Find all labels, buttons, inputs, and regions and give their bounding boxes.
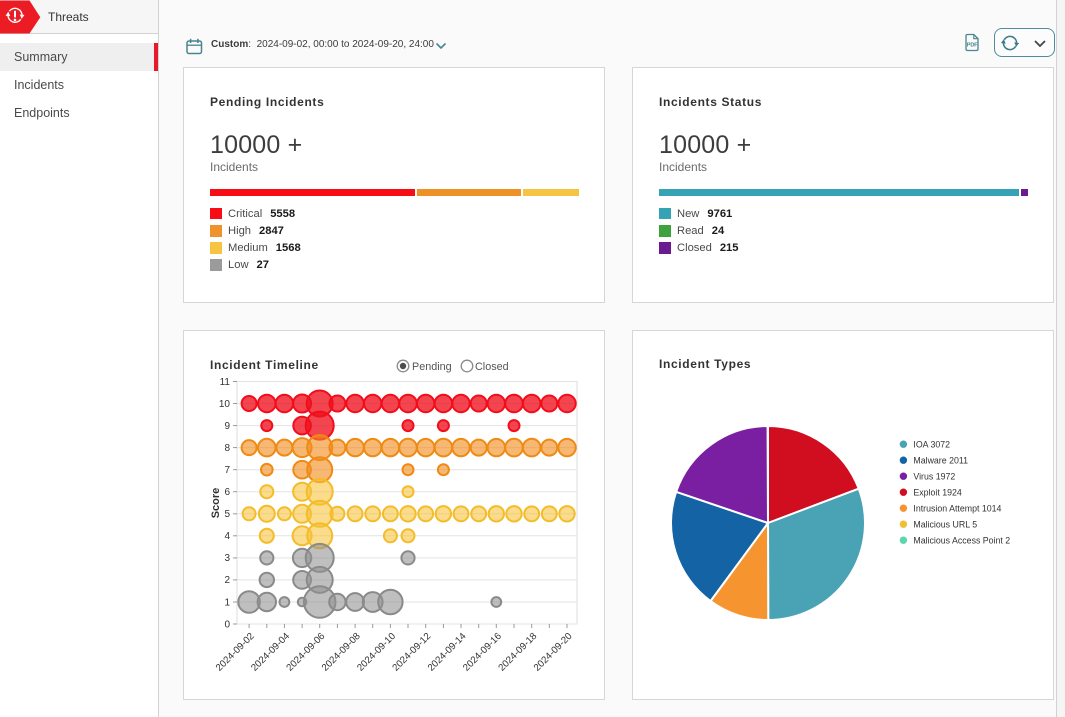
- svg-text:PDF: PDF: [967, 42, 978, 48]
- svg-text:IOA 3072: IOA 3072: [913, 439, 950, 449]
- svg-text:8: 8: [224, 443, 230, 454]
- svg-text:0: 0: [224, 619, 230, 630]
- svg-text:5: 5: [224, 509, 230, 520]
- svg-text:4: 4: [224, 531, 230, 542]
- svg-text:Exploit 1924: Exploit 1924: [913, 487, 962, 497]
- svg-text:2: 2: [224, 575, 230, 586]
- svg-text:Malicious URL 5: Malicious URL 5: [913, 519, 977, 529]
- svg-text:3: 3: [224, 553, 230, 564]
- svg-text:7: 7: [224, 465, 230, 476]
- svg-text:9: 9: [224, 421, 230, 432]
- svg-text:Malicious Access Point 2: Malicious Access Point 2: [913, 535, 1010, 545]
- svg-text:Malware 2011: Malware 2011: [913, 455, 968, 465]
- svg-text:Score: Score: [210, 488, 222, 519]
- svg-text:Intrusion Attempt 1014: Intrusion Attempt 1014: [913, 503, 1001, 513]
- svg-text:10: 10: [219, 399, 231, 410]
- svg-text:Virus 1972: Virus 1972: [913, 471, 955, 481]
- svg-text:6: 6: [224, 487, 230, 498]
- svg-text:11: 11: [220, 377, 231, 388]
- svg-text:2024-09-20: 2024-09-20: [532, 630, 575, 673]
- svg-text:1: 1: [224, 597, 230, 608]
